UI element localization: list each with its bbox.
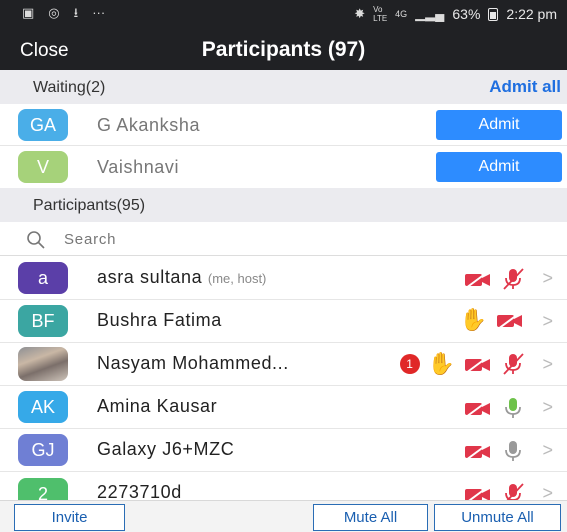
video-off-icon [465, 442, 490, 461]
download-icon: ⭳ [73, 5, 79, 20]
participant-name: Galaxy J6+MZC [97, 439, 235, 459]
invite-button[interactable]: Invite [14, 504, 125, 531]
video-off-icon [465, 485, 490, 500]
waiting-item: V Vaishnavi Admit [0, 146, 567, 188]
participants-label: Participants(95) [33, 197, 146, 214]
participant-name: asra sultana (me, host) [97, 267, 266, 288]
host-tag: (me, host) [207, 271, 267, 286]
network-4g-indicator: 4G [395, 9, 408, 19]
signal-icon: ▁▂▄ [415, 6, 445, 21]
video-off-icon [497, 311, 522, 330]
bottom-toolbar: Invite Mute All Unmute All [0, 500, 567, 532]
search-bar [0, 222, 567, 256]
avatar: GJ [18, 434, 68, 466]
raised-hand-icon: ✋ [459, 307, 487, 332]
mic-idle-icon [505, 441, 521, 461]
search-icon [27, 231, 45, 249]
mic-on-icon [505, 398, 521, 418]
admit-button[interactable]: Admit [436, 152, 562, 182]
unmute-all-button[interactable]: Unmute All [434, 504, 561, 531]
mic-muted-icon [505, 483, 524, 500]
participants-section-header: Participants(95) [0, 188, 567, 222]
avatar-photo [18, 347, 68, 381]
participant-name: 2273710d [97, 482, 182, 500]
notification-badge: 1 [399, 354, 420, 374]
raised-hand-icon: ✋ [427, 351, 455, 376]
admit-all-button[interactable]: Admit all [489, 77, 561, 97]
more-dots-icon: ··· [92, 5, 106, 20]
participant-row[interactable]: Nasyam Mohammed... 1 ✋ > [0, 343, 567, 386]
chevron-right-icon: > [542, 440, 553, 460]
avatar: V [18, 151, 68, 183]
page-title: Participants (97) [201, 38, 366, 61]
battery-percent: 63% [452, 6, 481, 22]
clock: 2:22 pm [506, 6, 557, 22]
participant-name: Nasyam Mohammed... [97, 353, 289, 373]
video-off-icon [465, 270, 490, 289]
participant-row[interactable]: AK Amina Kausar > [0, 386, 567, 429]
chevron-right-icon: > [542, 483, 553, 500]
search-input[interactable] [64, 227, 534, 251]
chevron-right-icon: > [542, 397, 553, 417]
gallery-icon: ▣ [22, 5, 35, 20]
status-bar: ▣ ◎ ⭳ ··· ✸ Vo LTE 4G ▁▂▄ 63% 2:22 pm [0, 0, 567, 26]
whatsapp-icon: ◎ [48, 5, 60, 20]
participant-row[interactable]: GJ Galaxy J6+MZC > [0, 429, 567, 472]
chevron-right-icon: > [542, 268, 553, 288]
chevron-right-icon: > [542, 311, 553, 331]
volte-indicator: Vo LTE [373, 5, 388, 23]
mic-muted-icon [503, 268, 524, 290]
participant-name-text: asra sultana [97, 267, 203, 287]
top-bar: ▣ ◎ ⭳ ··· ✸ Vo LTE 4G ▁▂▄ 63% 2:22 pm Cl… [0, 0, 567, 70]
waiting-item: GA G Akanksha Admit [0, 104, 567, 146]
mic-muted-icon [503, 353, 524, 375]
chevron-right-icon: > [542, 354, 553, 374]
mute-all-button[interactable]: Mute All [313, 504, 428, 531]
participant-name: Amina Kausar [97, 396, 218, 416]
participant-name: Bushra Fatima [97, 310, 222, 330]
participant-row[interactable]: 2 2273710d > [0, 472, 567, 500]
admit-button[interactable]: Admit [436, 110, 562, 140]
alarm-icon: ✸ [354, 6, 366, 21]
waiting-section-header: Waiting(2) Admit all [0, 70, 567, 104]
avatar: BF [18, 305, 68, 337]
header: Close Participants (97) [0, 28, 567, 70]
waiting-name: Vaishnavi [97, 157, 180, 177]
video-off-icon [465, 399, 490, 418]
avatar: a [18, 262, 68, 294]
waiting-label: Waiting(2) [33, 79, 106, 96]
avatar: 2 [18, 478, 68, 500]
waiting-name: G Akanksha [97, 115, 201, 135]
participant-row[interactable]: BF Bushra Fatima ✋ > [0, 300, 567, 343]
video-off-icon [465, 355, 490, 374]
participant-row[interactable]: a asra sultana (me, host) > [0, 257, 567, 300]
avatar: AK [18, 391, 68, 423]
battery-icon [488, 7, 499, 21]
avatar: GA [18, 109, 68, 141]
